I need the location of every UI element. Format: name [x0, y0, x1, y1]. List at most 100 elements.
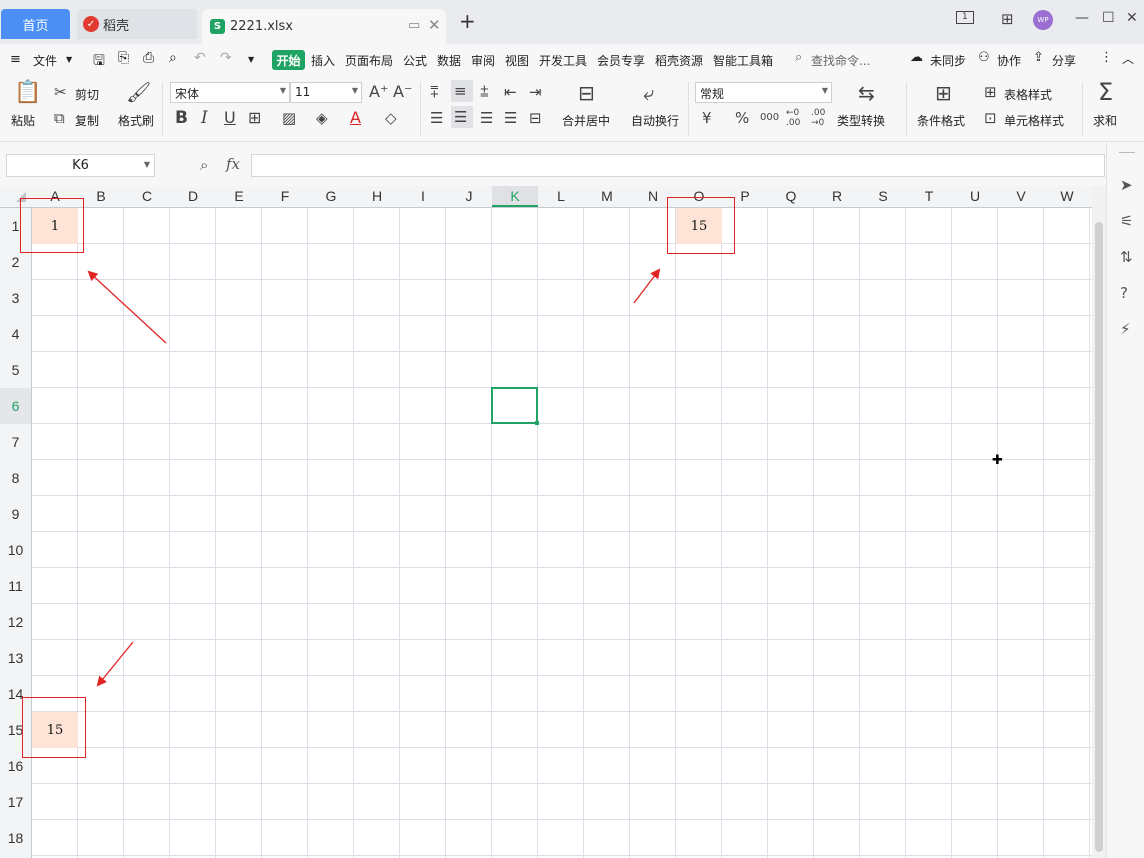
export-pdf-icon[interactable]: ⎘: [118, 50, 129, 66]
undo-icon[interactable]: ↶: [194, 50, 206, 66]
row-header-8[interactable]: 8: [0, 460, 31, 496]
format-painter-button[interactable]: 格式刷: [118, 112, 154, 129]
currency-icon[interactable]: ¥: [702, 110, 712, 126]
increase-indent-icon[interactable]: ⇥: [529, 84, 542, 100]
minimize-icon[interactable]: —: [1075, 10, 1089, 26]
column-header-f[interactable]: F: [262, 186, 308, 207]
spreadsheet-grid[interactable]: ABCDEFGHIJKLMNOPQRSTUVW 1 2 3 4 5 6 7 8 9 10 11 12 1…: [0, 186, 1092, 858]
row-header-13[interactable]: 13: [0, 640, 31, 676]
fx-icon[interactable]: fx: [226, 155, 240, 173]
command-search[interactable]: 查找命令...: [811, 52, 870, 69]
menu-review[interactable]: 审阅: [471, 52, 495, 69]
collaborate-button[interactable]: 协作: [997, 52, 1021, 69]
column-header-c[interactable]: C: [124, 186, 170, 207]
clear-format-icon[interactable]: ◇: [385, 110, 397, 126]
italic-icon[interactable]: I: [201, 110, 208, 127]
column-header-g[interactable]: G: [308, 186, 354, 207]
column-header-j[interactable]: J: [446, 186, 492, 207]
menu-page-layout[interactable]: 页面布局: [345, 52, 393, 69]
row-header-10[interactable]: 10: [0, 532, 31, 568]
format-painter-icon[interactable]: 🖌: [126, 82, 151, 102]
maximize-icon[interactable]: ☐: [1102, 10, 1115, 26]
row-header-7[interactable]: 7: [0, 424, 31, 460]
distributed-icon[interactable]: ⊟: [529, 110, 542, 126]
row-header-12[interactable]: 12: [0, 604, 31, 640]
type-convert-button[interactable]: 类型转换: [837, 112, 885, 129]
row-header-9[interactable]: 9: [0, 496, 31, 532]
row-header-5[interactable]: 5: [0, 352, 31, 388]
apps-grid-icon[interactable]: ⊞: [1001, 10, 1014, 28]
row-header-11[interactable]: 11: [0, 568, 31, 604]
conditional-format-button[interactable]: 条件格式: [917, 112, 965, 129]
help-icon[interactable]: ?: [1120, 284, 1128, 302]
cut-icon[interactable]: ✂: [54, 84, 67, 100]
font-size-select[interactable]: 11 ▼: [290, 82, 362, 103]
paste-icon[interactable]: 📋: [14, 82, 41, 104]
active-cell-selection[interactable]: [491, 387, 539, 425]
save-icon[interactable]: 🖫: [93, 50, 105, 74]
cell-style-button[interactable]: 单元格样式: [1004, 112, 1064, 129]
menu-smart-toolbox[interactable]: 智能工具箱: [713, 52, 773, 69]
fill-color-icon[interactable]: ◈: [316, 110, 328, 126]
menu-developer[interactable]: 开发工具: [539, 52, 587, 69]
column-header-d[interactable]: D: [170, 186, 216, 207]
column-header-w[interactable]: W: [1044, 186, 1090, 207]
column-header-r[interactable]: R: [814, 186, 860, 207]
copy-icon[interactable]: ⧉: [54, 110, 65, 126]
number-format-select[interactable]: 常规 ▼: [695, 82, 832, 103]
align-left-icon[interactable]: ☰: [430, 110, 443, 126]
menu-daoke-resources[interactable]: 稻壳资源: [655, 52, 703, 69]
align-top-icon[interactable]: ⩱: [430, 84, 439, 100]
column-header-b[interactable]: B: [78, 186, 124, 207]
row-header-18[interactable]: 18: [0, 820, 31, 856]
redo-icon[interactable]: ↷: [220, 50, 232, 66]
column-header-q[interactable]: Q: [768, 186, 814, 207]
quick-action-icon[interactable]: ⚡: [1120, 320, 1131, 338]
align-middle-icon[interactable]: ≡: [451, 80, 473, 102]
column-header-e[interactable]: E: [216, 186, 262, 207]
decrease-indent-icon[interactable]: ⇤: [504, 84, 517, 100]
column-header-i[interactable]: I: [400, 186, 446, 207]
decrease-font-icon[interactable]: A⁻: [393, 84, 412, 100]
table-style-icon[interactable]: ⊞: [984, 84, 997, 100]
select-pointer-icon[interactable]: ➤: [1120, 176, 1133, 194]
align-center-icon[interactable]: ☰: [451, 106, 473, 128]
column-header-h[interactable]: H: [354, 186, 400, 207]
menu-formula[interactable]: 公式: [403, 52, 427, 69]
avatar[interactable]: WP: [1033, 10, 1053, 30]
bold-icon[interactable]: B: [175, 110, 188, 127]
cut-button[interactable]: 剪切: [75, 86, 99, 103]
row-header-4[interactable]: 4: [0, 316, 31, 352]
sum-button[interactable]: 求和: [1093, 112, 1117, 129]
column-header-s[interactable]: S: [860, 186, 906, 207]
increase-font-icon[interactable]: A⁺: [369, 84, 388, 100]
copy-button[interactable]: 复制: [75, 112, 99, 129]
menu-data[interactable]: 数据: [437, 52, 461, 69]
print-icon[interactable]: ⎙: [143, 50, 154, 66]
column-header-v[interactable]: V: [998, 186, 1044, 207]
column-header-l[interactable]: L: [538, 186, 584, 207]
table-style-button[interactable]: 表格样式: [1004, 86, 1052, 103]
name-box[interactable]: K6 ▼: [6, 154, 155, 177]
close-window-icon[interactable]: ✕: [1126, 10, 1138, 26]
chevron-down-icon[interactable]: ▼: [66, 55, 72, 64]
tab-home[interactable]: 首页: [1, 9, 70, 39]
align-bottom-icon[interactable]: ⩲: [480, 84, 489, 100]
type-convert-icon[interactable]: ⇆: [858, 83, 875, 103]
underline-icon[interactable]: U: [224, 110, 236, 126]
row-header-6[interactable]: 6: [0, 388, 31, 424]
scrollbar-thumb[interactable]: [1095, 222, 1103, 852]
tab-file[interactable]: S 2221.xlsx ▭ ✕: [202, 9, 446, 44]
border-icon[interactable]: ⊞: [248, 110, 261, 126]
sum-icon[interactable]: Σ: [1098, 80, 1113, 104]
property-icon[interactable]: ⚟: [1120, 212, 1133, 230]
menu-start[interactable]: 开始: [272, 50, 305, 70]
percent-icon[interactable]: %: [735, 110, 749, 126]
menu-member[interactable]: 会员专享: [597, 52, 645, 69]
menu-file[interactable]: 文件: [33, 52, 57, 69]
quick-access-dropdown-icon[interactable]: ▼: [248, 55, 254, 64]
column-header-k[interactable]: K: [492, 186, 538, 207]
increase-decimal-icon[interactable]: ←0.00: [786, 108, 800, 128]
pin-window-icon[interactable]: ▭: [408, 18, 420, 33]
align-right-icon[interactable]: ☰: [480, 110, 493, 126]
